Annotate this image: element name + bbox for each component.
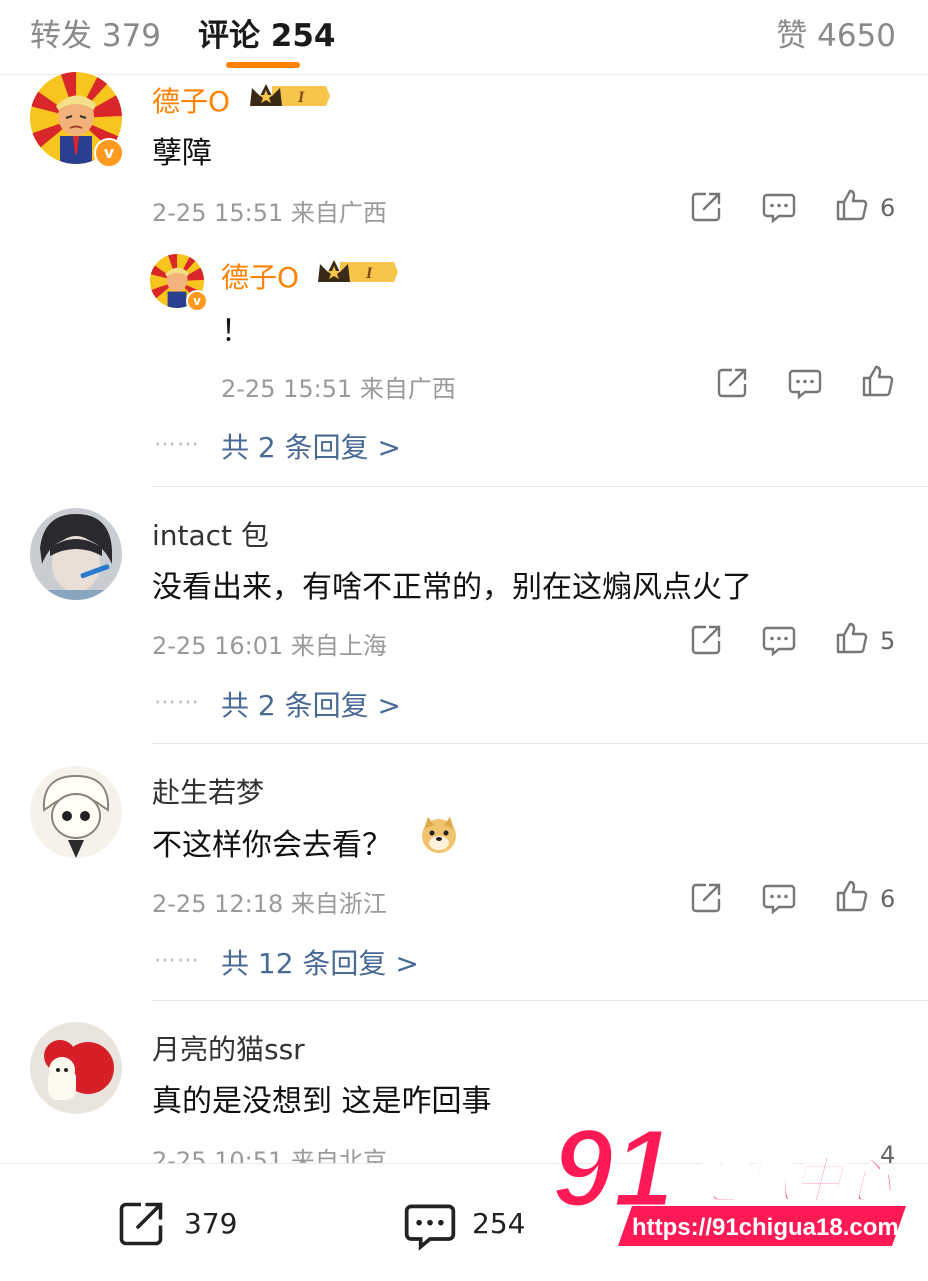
more-replies-dots: ⋯⋯ — [154, 690, 200, 715]
more-replies-link[interactable]: 共 2 条回复 > — [221, 426, 401, 466]
reply-username[interactable]: 德子O — [221, 256, 299, 296]
avatar[interactable] — [30, 766, 122, 858]
tab-comments[interactable]: 评论 254 — [198, 10, 336, 55]
comment-meta: 2-25 12:18 来自浙江 — [152, 884, 387, 919]
comment-username[interactable]: 月亮的猫ssr — [152, 1028, 305, 1068]
like-icon[interactable] — [834, 878, 870, 914]
repost-count: 379 — [184, 1207, 238, 1240]
more-replies-link[interactable]: 共 12 条回复 > — [221, 942, 419, 982]
reply-location: 来自广西 — [359, 375, 456, 403]
avatar-image — [30, 766, 122, 858]
share-icon[interactable] — [688, 622, 724, 658]
avatar[interactable] — [30, 508, 122, 600]
active-tab-indicator — [226, 62, 300, 68]
comment-button[interactable]: 254 — [402, 1197, 542, 1251]
avatar-image — [30, 1022, 122, 1114]
tab-repost[interactable]: 转发 379 — [30, 10, 161, 55]
share-icon[interactable] — [714, 365, 750, 401]
watermark-logo: 91 吃瓜中心 https://91chigua18.com — [551, 1106, 906, 1246]
reply-time: 2-25 15:51 — [221, 375, 353, 403]
like-count: 6 — [880, 885, 896, 913]
like-count: 6 — [880, 194, 896, 222]
verified-badge-icon: v — [186, 290, 208, 312]
comment-location: 来自广西 — [290, 199, 387, 227]
comment-time: 2-25 16:01 — [152, 632, 284, 660]
comment-icon[interactable] — [761, 189, 797, 225]
like-icon[interactable] — [860, 363, 896, 399]
comment-meta: 2-25 15:51 来自广西 — [152, 193, 387, 228]
svg-text:https://91chigua18.com: https://91chigua18.com — [632, 1214, 899, 1241]
comment-divider — [152, 1000, 928, 1001]
tab-likes[interactable]: 赞 4650 — [776, 10, 896, 55]
comment-text: 没看出来，有啥不正常的，别在这煽风点火了 — [152, 570, 752, 605]
comment-divider — [152, 486, 928, 487]
repost-button[interactable]: 379 — [114, 1197, 254, 1249]
comment-icon[interactable] — [761, 622, 797, 658]
comment-location: 来自浙江 — [290, 890, 387, 918]
svg-text:I: I — [365, 265, 373, 282]
site-watermark: 91 吃瓜中心 https://91chigua18.com — [551, 1106, 922, 1256]
comment-divider — [152, 743, 928, 744]
comment-icon[interactable] — [787, 365, 823, 401]
avatar[interactable] — [30, 1022, 122, 1114]
comment-icon[interactable] — [761, 880, 797, 916]
comment-time: 2-25 12:18 — [152, 890, 284, 918]
more-replies-dots: ⋯⋯ — [154, 432, 200, 457]
reply-meta: 2-25 15:51 来自广西 — [221, 369, 456, 404]
share-icon[interactable] — [688, 880, 724, 916]
vip-crown-icon: I — [250, 84, 330, 106]
like-icon[interactable] — [834, 620, 870, 656]
comment-meta: 2-25 16:01 来自上海 — [152, 626, 387, 661]
comment-tabs: 转发 379 评论 254 赞 4650 — [0, 0, 928, 75]
verified-badge-icon: v — [94, 138, 124, 168]
svg-text:吃瓜中心: 吃瓜中心 — [692, 1152, 894, 1210]
more-replies-link[interactable]: 共 2 条回复 > — [221, 684, 401, 724]
avatar-image — [30, 508, 122, 600]
like-icon[interactable] — [834, 187, 870, 223]
comment-count: 254 — [472, 1207, 526, 1240]
doge-emoji-icon — [422, 817, 456, 853]
share-icon — [119, 1202, 163, 1246]
comment-username[interactable]: 德子O — [152, 80, 230, 120]
comment-icon — [404, 1204, 456, 1251]
like-count: 5 — [880, 627, 896, 655]
comment-username[interactable]: intact 包 — [152, 514, 269, 554]
comment-text: 孽障 — [152, 136, 212, 171]
comment-text: 不这样你会去看？ — [152, 828, 392, 863]
reply-text: ！ — [221, 314, 251, 349]
more-replies-dots: ⋯⋯ — [154, 948, 200, 973]
share-icon[interactable] — [688, 189, 724, 225]
comment-text: 真的是没想到 这是咋回事 — [152, 1084, 492, 1119]
comment-location: 来自上海 — [290, 632, 387, 660]
comment-time: 2-25 15:51 — [152, 199, 284, 227]
comment-username[interactable]: 赴生若梦 — [152, 771, 264, 811]
vip-crown-icon: I — [318, 260, 398, 282]
svg-text:I: I — [297, 89, 305, 106]
